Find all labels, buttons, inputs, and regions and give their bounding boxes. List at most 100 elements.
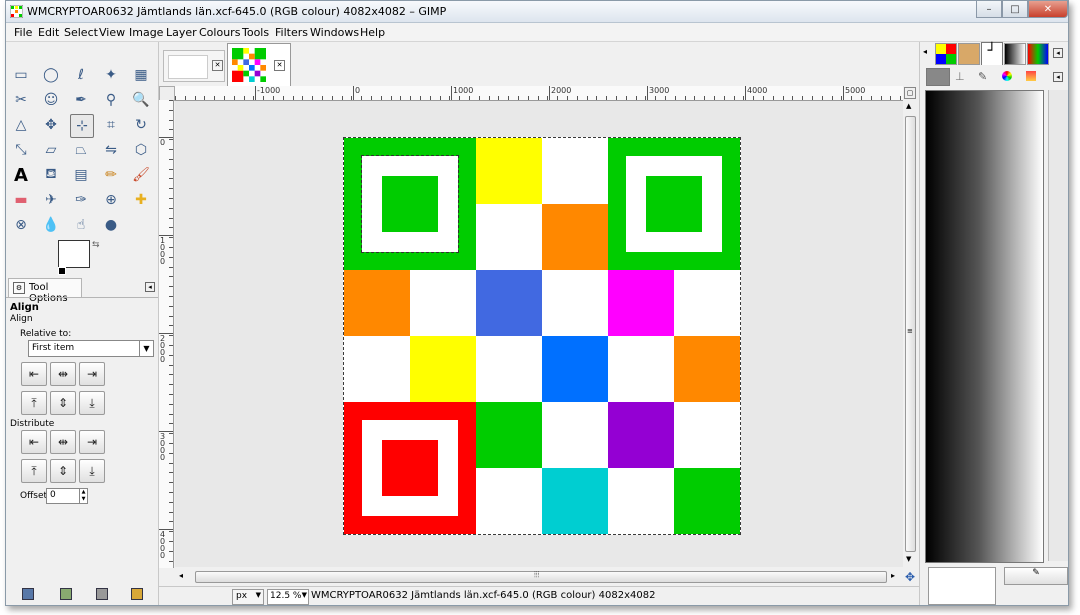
ruler-corner[interactable] bbox=[159, 86, 175, 101]
minimize-button[interactable]: – bbox=[976, 1, 1002, 18]
free-select-icon[interactable]: ℓ bbox=[70, 64, 92, 86]
distribute-top-button[interactable]: ⤒ bbox=[21, 459, 47, 483]
unit-select[interactable]: px ▼ bbox=[232, 589, 264, 605]
text-icon[interactable]: A bbox=[10, 164, 32, 186]
dodge-burn-icon[interactable]: ● bbox=[100, 214, 122, 236]
perspective-clone-icon[interactable]: ⊗ bbox=[10, 214, 32, 236]
heal-icon[interactable]: ✚ bbox=[130, 189, 152, 211]
gradients-tab-icon[interactable] bbox=[1004, 43, 1026, 65]
default-colors-icon[interactable] bbox=[58, 267, 66, 275]
transform-icon[interactable]: ↻ bbox=[130, 114, 152, 136]
align-middle-vertical-button[interactable]: ⇕ bbox=[50, 391, 76, 415]
fuzzy-select-icon[interactable]: ✦ bbox=[100, 64, 122, 86]
menu-tools[interactable]: Tools bbox=[242, 26, 269, 39]
navigate-cross-icon[interactable]: ✥ bbox=[905, 570, 915, 584]
eraser-icon[interactable]: ▬ bbox=[10, 189, 32, 211]
restore-options-icon[interactable] bbox=[60, 588, 72, 600]
spinner-arrows-icon[interactable]: ▲ ▼ bbox=[79, 489, 87, 503]
vertical-scrollbar[interactable]: ▲ ≡ ▼ bbox=[904, 100, 916, 570]
align-top-edge-button[interactable]: ⤒ bbox=[21, 391, 47, 415]
offset-spinner[interactable]: 0 ▲ ▼ bbox=[46, 488, 88, 504]
dock-menu-icon[interactable]: ◂ bbox=[1053, 48, 1063, 58]
distribute-right-button[interactable]: ⇥ bbox=[79, 430, 105, 454]
fg-bg-color-area[interactable]: ⇆ bbox=[58, 240, 108, 276]
menu-view[interactable]: View bbox=[99, 26, 125, 39]
swap-colors-icon[interactable]: ⇆ bbox=[92, 240, 100, 250]
distribute-middle-button[interactable]: ⇕ bbox=[50, 459, 76, 483]
edit-icon[interactable]: ✎ bbox=[1004, 567, 1068, 585]
airbrush-icon[interactable]: ✈ bbox=[40, 189, 62, 211]
zoom-icon[interactable]: 🔍 bbox=[130, 89, 152, 111]
dock-menu-icon[interactable]: ◂ bbox=[145, 282, 155, 292]
align-icon[interactable]: ⊹ bbox=[70, 114, 94, 138]
paths-icon[interactable]: ✒ bbox=[70, 89, 92, 111]
align-center-horizontal-button[interactable]: ⇹ bbox=[50, 362, 76, 386]
menu-file[interactable]: File bbox=[14, 26, 32, 39]
color-picker-icon[interactable]: ⚲ bbox=[100, 89, 122, 111]
menu-help[interactable]: Help bbox=[360, 26, 385, 39]
scroll-right-arrow[interactable]: ▸ bbox=[891, 571, 895, 580]
brushes-tab-icon[interactable] bbox=[958, 43, 980, 65]
pencil-icon[interactable]: ✏ bbox=[100, 164, 122, 186]
foreground-color[interactable] bbox=[58, 240, 90, 268]
smudge-icon[interactable]: ☝ bbox=[70, 214, 92, 236]
align-left-edge-button[interactable]: ⇤ bbox=[21, 362, 47, 386]
palettes-tab-icon[interactable] bbox=[1027, 43, 1049, 65]
vertical-ruler[interactable]: 0 1000 2000 3000 4000 bbox=[159, 100, 174, 568]
brush-preview[interactable] bbox=[928, 567, 996, 605]
image-tab-blank[interactable]: ✕ bbox=[163, 50, 225, 82]
menu-windows[interactable]: Windows bbox=[310, 26, 359, 39]
menu-colours[interactable]: Colours bbox=[199, 26, 240, 39]
horizontal-scroll-thumb[interactable]: ⦙⦙⦙ bbox=[195, 570, 887, 583]
patterns-tab-icon[interactable] bbox=[935, 43, 957, 65]
scale-icon[interactable]: ⤡ bbox=[10, 139, 32, 161]
dock-left-arrow[interactable]: ◂ bbox=[923, 47, 927, 56]
title-bar[interactable]: WMCRYPTOAR0632 Jämtlands län.xcf-645.0 (… bbox=[6, 1, 1068, 23]
clone-icon[interactable]: ⊕ bbox=[100, 189, 122, 211]
vertical-scroll-thumb[interactable]: ≡ bbox=[905, 116, 916, 552]
ink-icon[interactable]: ✑ bbox=[70, 189, 92, 211]
reset-options-icon[interactable] bbox=[131, 588, 143, 600]
foreground-select-icon[interactable]: ☺ bbox=[40, 89, 62, 111]
navigate-icon[interactable]: ▢ bbox=[904, 87, 916, 99]
ellipse-select-icon[interactable]: ◯ bbox=[40, 64, 62, 86]
menu-select[interactable]: Select bbox=[64, 26, 98, 39]
horizontal-ruler[interactable]: -1000 0 1000 2000 3000 4000 5000 bbox=[175, 86, 903, 101]
cage-icon[interactable]: ⬡ bbox=[130, 139, 152, 161]
fonts-tab-icon[interactable]: ┘ bbox=[981, 42, 1003, 65]
paintbrush-tab-icon[interactable]: ✎ bbox=[978, 70, 987, 83]
image-tab-active[interactable]: ✕ bbox=[227, 43, 291, 86]
scroll-down-arrow[interactable]: ▼ bbox=[906, 555, 911, 563]
crop-icon[interactable]: ⌗ bbox=[100, 114, 122, 136]
align-bottom-edge-button[interactable]: ⤓ bbox=[79, 391, 105, 415]
close-button[interactable]: ✕ bbox=[1028, 1, 1068, 18]
menu-filters[interactable]: Filters bbox=[275, 26, 308, 39]
color-wheel-tab-icon[interactable] bbox=[1002, 71, 1012, 81]
scissors-select-icon[interactable]: ✂ bbox=[10, 89, 32, 111]
bucket-fill-icon[interactable]: ⛾ bbox=[40, 164, 62, 186]
gradient-preview[interactable] bbox=[925, 90, 1044, 563]
stamp-tab-icon[interactable]: ⊥ bbox=[955, 70, 965, 83]
scroll-up-arrow[interactable]: ▲ bbox=[906, 102, 911, 110]
distribute-left-button[interactable]: ⇤ bbox=[21, 430, 47, 454]
flip-icon[interactable]: ⇋ bbox=[100, 139, 122, 161]
close-tab-icon[interactable]: ✕ bbox=[212, 60, 223, 71]
distribute-bottom-button[interactable]: ⤓ bbox=[79, 459, 105, 483]
close-tab-icon[interactable]: ✕ bbox=[274, 60, 285, 71]
swatch-tab-icon[interactable] bbox=[1026, 71, 1036, 81]
perspective-icon[interactable]: ⏢ bbox=[70, 139, 92, 161]
blend-icon[interactable]: ▤ bbox=[70, 164, 92, 186]
image-canvas[interactable] bbox=[175, 101, 903, 567]
shear-icon[interactable]: ▱ bbox=[40, 139, 62, 161]
menu-edit[interactable]: Edit bbox=[38, 26, 59, 39]
blur-icon[interactable]: 💧 bbox=[40, 214, 62, 236]
rect-select-icon[interactable]: ▭ bbox=[10, 64, 32, 86]
channels-tab-icon[interactable] bbox=[926, 68, 950, 86]
color-select-icon[interactable]: ▦ bbox=[130, 64, 152, 86]
align-right-edge-button[interactable]: ⇥ bbox=[79, 362, 105, 386]
dock-menu-icon[interactable]: ◂ bbox=[1053, 72, 1063, 82]
distribute-center-button[interactable]: ⇹ bbox=[50, 430, 76, 454]
delete-options-icon[interactable] bbox=[96, 588, 108, 600]
menu-image[interactable]: Image bbox=[129, 26, 163, 39]
measure-icon[interactable]: △ bbox=[10, 114, 32, 136]
